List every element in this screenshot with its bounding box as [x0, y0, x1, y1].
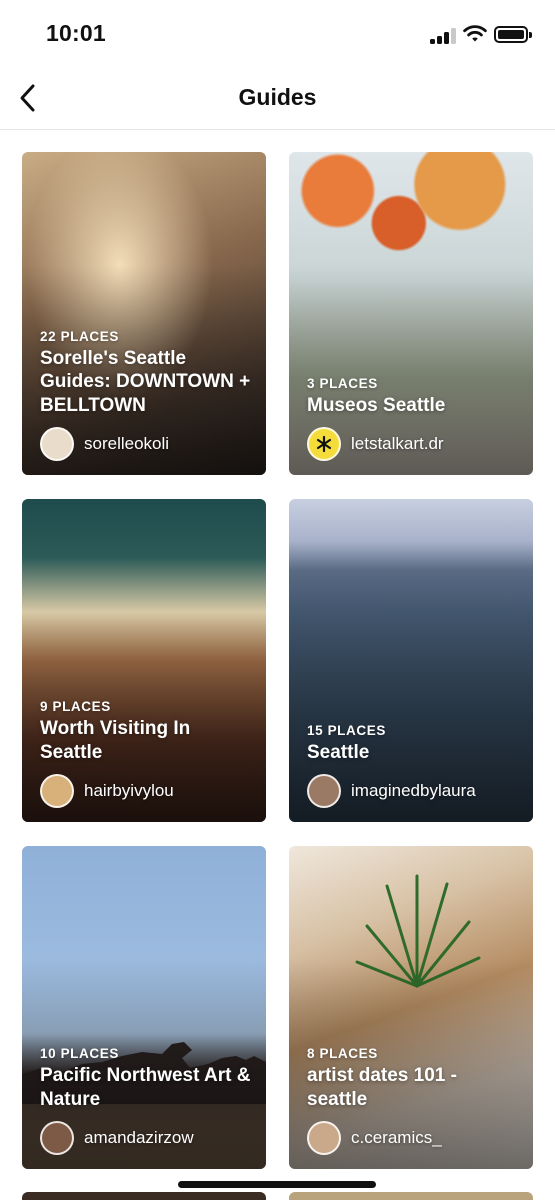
avatar[interactable] — [40, 1121, 74, 1155]
author-username[interactable]: letstalkart.dr — [351, 434, 444, 454]
guide-card-content: 8 PLACES artist dates 101 - seattle c.ce… — [307, 1046, 519, 1155]
guide-card[interactable]: 8 PLACES artist dates 101 - seattle c.ce… — [289, 846, 533, 1169]
guide-title: Worth Visiting In Seattle — [40, 718, 191, 763]
author-username[interactable]: c.ceramics_ — [351, 1128, 442, 1148]
guide-author[interactable]: sorelleokoli — [40, 427, 252, 461]
guide-author[interactable]: imaginedbylaura — [307, 774, 519, 808]
avatar[interactable] — [307, 774, 341, 808]
avatar[interactable] — [307, 427, 341, 461]
author-username[interactable]: amandazirzow — [84, 1128, 194, 1148]
guide-card[interactable]: 22 PLACES Sorelle's Seattle Guides: DOWN… — [22, 152, 266, 475]
guide-card-content: 22 PLACES Sorelle's Seattle Guides: DOWN… — [40, 328, 252, 461]
guide-title: Seattle — [307, 741, 370, 763]
status-bar: 10:01 — [0, 0, 555, 66]
avatar[interactable] — [40, 774, 74, 808]
guide-card[interactable]: 3 PLACES Museos Seattle letstalkart.dr — [289, 152, 533, 475]
guide-author[interactable]: letstalkart.dr — [307, 427, 519, 461]
avatar[interactable] — [40, 427, 74, 461]
author-username[interactable]: hairbyivylou — [84, 781, 174, 801]
guide-card[interactable]: 9 PLACES Worth Visiting In Seattle hairb… — [22, 499, 266, 822]
guide-title: artist dates 101 - seattle — [307, 1065, 457, 1110]
guide-card-content: 3 PLACES Museos Seattle letstalkart.dr — [307, 375, 519, 461]
guide-card-peek[interactable] — [22, 1192, 266, 1200]
guide-author[interactable]: amandazirzow — [40, 1121, 252, 1155]
avatar[interactable] — [307, 1121, 341, 1155]
wifi-icon — [463, 25, 487, 42]
cellular-signal-icon — [430, 28, 456, 44]
battery-icon — [494, 26, 532, 43]
author-username[interactable]: imaginedbylaura — [351, 781, 476, 801]
guide-title: Sorelle's Seattle Guides: DOWNTOWN + BEL… — [40, 347, 251, 416]
guide-card-peek[interactable] — [289, 1192, 533, 1200]
guide-place-count: 15 PLACES — [307, 722, 386, 738]
guide-place-count: 10 PLACES — [40, 1046, 119, 1061]
page-title: Guides — [238, 84, 317, 110]
home-indicator[interactable] — [178, 1181, 376, 1188]
guide-place-count: 9 PLACES — [40, 699, 111, 714]
guide-card[interactable]: 10 PLACES Pacific Northwest Art & Nature… — [22, 846, 266, 1169]
guide-card[interactable]: 15 PLACES Seattle imaginedbylaura — [289, 499, 533, 822]
guide-author[interactable]: hairbyivylou — [40, 774, 252, 808]
guide-place-count: 22 PLACES — [40, 328, 119, 344]
guide-card-content: 9 PLACES Worth Visiting In Seattle hairb… — [40, 699, 252, 808]
nav-bar: Guides — [0, 66, 555, 130]
guide-title: Pacific Northwest Art & Nature — [40, 1065, 251, 1110]
status-time: 10:01 — [46, 20, 106, 46]
guide-card-content: 10 PLACES Pacific Northwest Art & Nature… — [40, 1046, 252, 1155]
guide-title: Museos Seattle — [307, 394, 446, 416]
guide-author[interactable]: c.ceramics_ — [307, 1121, 519, 1155]
guide-card-content: 15 PLACES Seattle imaginedbylaura — [307, 722, 519, 808]
guide-place-count: 8 PLACES — [307, 1046, 378, 1061]
asterisk-logo-icon — [316, 435, 332, 453]
author-username[interactable]: sorelleokoli — [84, 434, 169, 454]
guide-place-count: 3 PLACES — [307, 375, 378, 391]
